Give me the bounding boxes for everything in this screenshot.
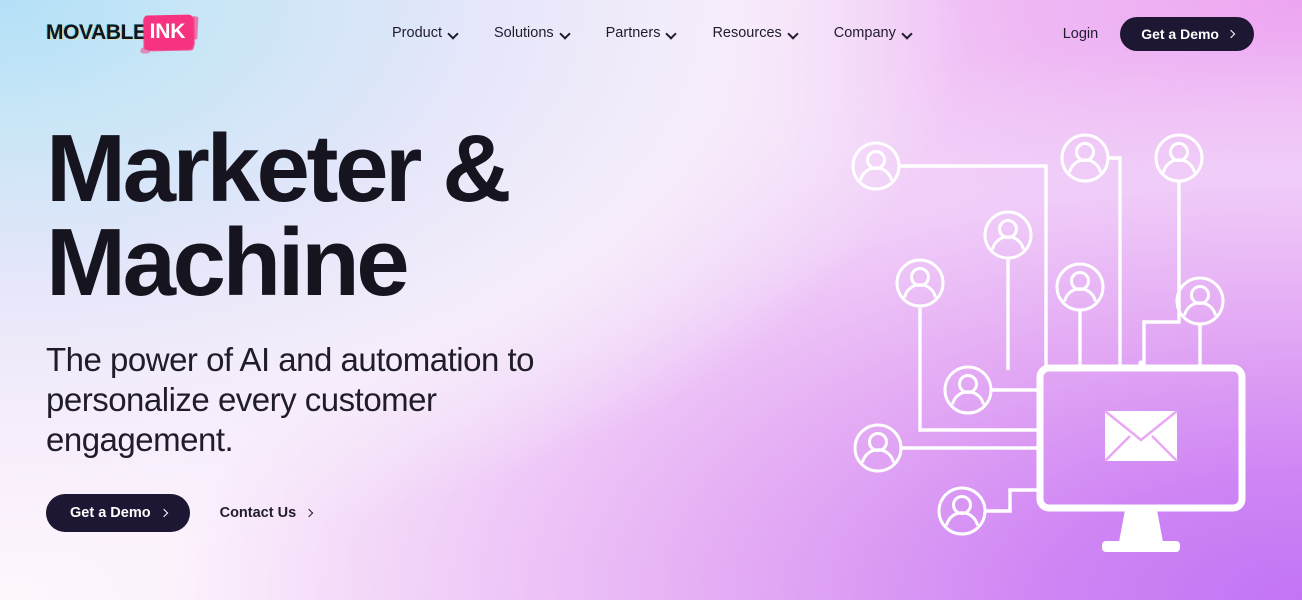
hero-get-a-demo-button[interactable]: Get a Demo (46, 493, 190, 532)
chevron-down-icon (561, 29, 570, 38)
chevron-right-icon (306, 508, 314, 518)
login-link[interactable]: Login (1063, 27, 1098, 42)
hero-section: Marketer & Machine The power of AI and a… (46, 115, 646, 532)
logo-word-movable: MOVABLE (46, 20, 147, 44)
nav-item-partners[interactable]: Partners (606, 26, 677, 41)
nav-item-label: Resources (712, 24, 782, 41)
hero-contact-us-link[interactable]: Contact Us (206, 505, 315, 521)
nav-item-product[interactable]: Product (392, 26, 458, 41)
chevron-down-icon (667, 29, 676, 38)
nav-item-company[interactable]: Company (834, 26, 912, 41)
header-demo-button-label: Get a Demo (1141, 26, 1219, 42)
header-actions: Login Get a Demo (1063, 17, 1254, 51)
logo-ink-group: INK (143, 14, 193, 51)
nav-item-label: Company (833, 24, 896, 41)
hero-demo-button-label: Get a Demo (70, 504, 151, 521)
nav-item-label: Solutions (493, 24, 554, 41)
main-navigation: Product Solutions Partners Resources Com… (392, 22, 912, 44)
nav-item-solutions[interactable]: Solutions (494, 26, 570, 41)
chevron-down-icon (449, 29, 458, 38)
nav-item-label: Partners (605, 24, 661, 41)
hero-subtitle: The power of AI and automation to person… (46, 341, 535, 458)
nav-item-resources[interactable]: Resources (712, 26, 797, 41)
site-header: MOVABLE INK Product Solutions Partners R… (0, 0, 1302, 66)
chevron-right-icon (161, 508, 169, 518)
hero-cta-group: Get a Demo Contact Us (46, 493, 646, 532)
header-get-a-demo-button[interactable]: Get a Demo (1120, 17, 1254, 51)
page-stage: MOVABLE INK Product Solutions Partners R… (0, 0, 1302, 600)
chevron-down-icon (789, 29, 798, 38)
chevron-down-icon (903, 29, 912, 38)
hero-contact-link-label: Contact Us (219, 504, 297, 521)
hero-title: Marketer & Machine (46, 115, 512, 317)
site-logo[interactable]: MOVABLE INK (46, 14, 193, 51)
logo-word-ink: INK (149, 20, 186, 43)
nav-item-label: Product (392, 24, 442, 41)
chevron-right-icon (1228, 29, 1236, 39)
